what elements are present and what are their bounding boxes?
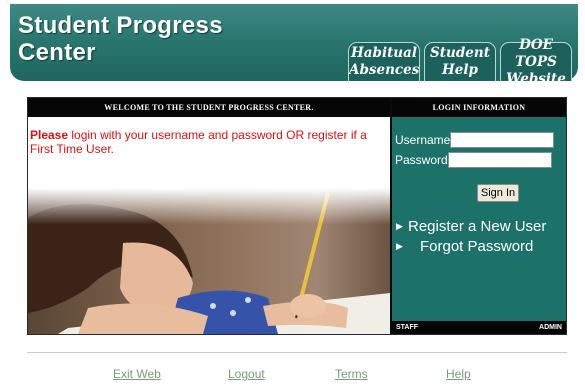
student-photo [28,188,390,334]
tab-student-help-line1: Student [430,45,490,61]
help-link[interactable]: Help [446,367,471,381]
site-title: Student Progress Center [18,12,278,66]
terms-link[interactable]: Terms [335,367,368,381]
tab-student-help-line2: Help [442,62,478,78]
triangle-right-icon: ▶ [396,241,403,251]
triangle-right-icon: ▶ [396,221,403,231]
password-label: Password [395,153,448,167]
message-text: login with your username and password OR… [30,128,367,156]
tab-doe-tops-website[interactable]: DOE TOPS Website [500,37,572,87]
login-footer: STAFF ADMIN [392,321,566,334]
username-row: Username [395,132,555,148]
logout-link[interactable]: Logout [228,367,265,381]
login-bar: Login Information [392,98,566,117]
login-panel: Login Information Username Password Sign… [390,98,566,334]
login-instructions: Please login with your username and pass… [30,128,382,156]
forgot-password-label: Forgot Password [420,238,534,255]
register-link[interactable]: ▶ Register a New User [396,218,546,235]
tab-doe-tops-website-line1: DOE TOPS [515,36,557,70]
tab-doe-tops-website-line2: Website [506,70,566,87]
staff-link[interactable]: STAFF [396,324,418,331]
username-input[interactable] [450,132,555,148]
footer-divider [27,352,567,353]
password-input[interactable] [447,152,552,168]
tab-student-help[interactable]: Student Help [424,42,496,81]
message-emphasis: Please [30,128,69,142]
tab-habitual-absences[interactable]: Habitual Absences [348,42,420,81]
sign-in-button[interactable]: Sign In [477,184,519,202]
password-row: Password [395,152,552,168]
main-panel: Welcome to the Student Progress Center. … [27,97,567,335]
tab-habitual-absences-line2: Absences [349,62,420,78]
exit-web-link[interactable]: Exit Web [113,367,161,381]
forgot-password-link[interactable]: ▶ Forgot Password [396,238,533,255]
username-label: Username [395,133,451,147]
site-title-line2: Center [18,39,96,66]
tab-habitual-absences-line1: Habitual [351,45,417,61]
student-writing-illustration [28,188,390,334]
welcome-bar: Welcome to the Student Progress Center. [28,98,390,117]
admin-link[interactable]: ADMIN [539,324,562,331]
header-tabs: Habitual Absences Student Help DOE TOPS … [348,37,572,87]
site-title-line1: Student Progress [18,12,223,39]
register-link-label: Register a New User [408,218,547,235]
header-banner: Student Progress Center Habitual Absence… [10,4,578,87]
